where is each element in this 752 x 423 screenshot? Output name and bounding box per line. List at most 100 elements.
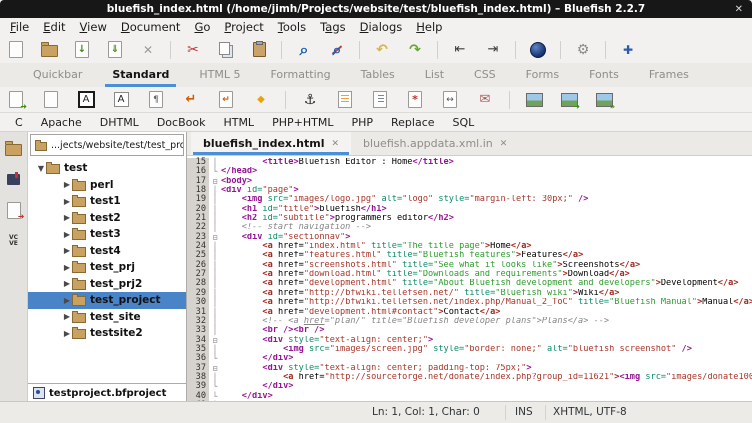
italic-icon[interactable]: A (110, 89, 132, 111)
menu-go[interactable]: Go (187, 19, 217, 35)
anchor-icon[interactable]: ⚓ (299, 89, 321, 111)
document-tab-bluefish_index.html[interactable]: bluefish_index.html✕ (191, 132, 351, 155)
lang-tab-c[interactable]: C (6, 116, 32, 129)
code-line-31[interactable]: 31│ <a href="development.html#contact">C… (187, 308, 752, 317)
copy-icon[interactable] (215, 39, 237, 61)
menu-help[interactable]: Help (409, 19, 449, 35)
menu-file[interactable]: File (3, 19, 36, 35)
tree-item-perl[interactable]: ▶perl (28, 177, 186, 194)
save-as-icon[interactable]: ⇓ (104, 39, 126, 61)
code-line-37[interactable]: 37⊟ <div style="text-align: center; padd… (187, 364, 752, 373)
tree-item-testsite2[interactable]: ▶testsite2 (28, 325, 186, 342)
expander-closed-icon[interactable]: ▶ (62, 230, 72, 239)
document-tab-bluefish.appdata.xml.in[interactable]: bluefish.appdata.xml.in✕ (351, 132, 519, 155)
menu-project[interactable]: Project (217, 19, 270, 35)
tree-item-test3[interactable]: ▶test3 (28, 226, 186, 243)
lang-tab-sql[interactable]: SQL (444, 116, 484, 129)
code-line-32[interactable]: 32│ <!-- <a href="plan/" title="Bluefish… (187, 317, 752, 326)
code-line-35[interactable]: 35│ <img src="images/screen.jpg" style="… (187, 345, 752, 354)
comment-icon[interactable]: * (404, 89, 426, 111)
lang-tab-docbook[interactable]: DocBook (148, 116, 215, 129)
tree-item-test_prj2[interactable]: ▶test_prj2 (28, 276, 186, 293)
window-titlebar[interactable]: bluefish_index.html (/home/jimh/Projects… (0, 0, 752, 18)
code-line-22[interactable]: 22│ <!-- start navigation --> (187, 223, 752, 232)
tree-item-test2[interactable]: ▶test2 (28, 210, 186, 227)
open-file-icon[interactable] (38, 39, 60, 61)
tree-item-test4[interactable]: ▶test4 (28, 243, 186, 260)
expander-closed-icon[interactable]: ▶ (62, 246, 72, 255)
tree-item-test_prj[interactable]: ▶test_prj (28, 259, 186, 276)
code-line-19[interactable]: 19│ <img src="images/logo.jpg" alt="logo… (187, 195, 752, 204)
tab-close-icon[interactable]: ✕ (500, 139, 508, 149)
close-document-icon[interactable]: ✕ (137, 39, 159, 61)
toolbar-tab-css[interactable]: CSS (459, 63, 511, 87)
thumbnail-icon[interactable]: ➜ (558, 89, 580, 111)
toolbar-tab-frames[interactable]: Frames (634, 63, 704, 87)
lang-tab-html[interactable]: HTML (214, 116, 263, 129)
menu-edit[interactable]: Edit (36, 19, 72, 35)
toolbar-tab-fonts[interactable]: Fonts (574, 63, 634, 87)
code-line-40[interactable]: 40└ </div> (187, 392, 752, 401)
code-line-34[interactable]: 34⊟ <div style="text-align: center;"> (187, 336, 752, 345)
window-close-icon[interactable]: ✕ (735, 0, 743, 18)
redo-icon[interactable]: ↷ (404, 39, 426, 61)
unindent-icon[interactable]: ⇤ (449, 39, 471, 61)
toolbar-tab-formatting[interactable]: Formatting (256, 63, 346, 87)
file-browser-icon[interactable] (3, 137, 25, 159)
snippets-icon[interactable]: ➜ (3, 199, 25, 221)
code-line-23[interactable]: 23⊟ <div id="sectionnav"> (187, 233, 752, 242)
code-line-15[interactable]: 15│ <title>Bluefish Editor : Home</title… (187, 158, 752, 167)
email-icon[interactable]: ✉ (474, 89, 496, 111)
character-map-icon[interactable]: VC VE (3, 230, 25, 252)
lang-tab-php-html[interactable]: PHP+HTML (263, 116, 342, 129)
save-icon[interactable]: ↓ (71, 39, 93, 61)
code-line-17[interactable]: 17⊟<body> (187, 177, 752, 186)
expander-closed-icon[interactable]: ▶ (62, 180, 72, 189)
lang-tab-php[interactable]: PHP (342, 116, 382, 129)
bookmarks-icon[interactable] (3, 168, 25, 190)
expander-closed-icon[interactable]: ▶ (62, 197, 72, 206)
non-breaking-space-icon[interactable]: ◆ (250, 89, 272, 111)
code-line-39[interactable]: 39└ </div> (187, 382, 752, 391)
fold-collapse-icon[interactable]: ⊟ (209, 233, 221, 242)
fold-collapse-icon[interactable]: ⊟ (209, 336, 221, 345)
rule-icon[interactable]: ↔ (439, 89, 461, 111)
preview-in-browser-icon[interactable] (527, 39, 549, 61)
menu-dialogs[interactable]: Dialogs (353, 19, 410, 35)
code-line-16[interactable]: 16└</head> (187, 167, 752, 176)
code-line-24[interactable]: 24│ <a href="index.html" title="The titl… (187, 242, 752, 251)
code-line-20[interactable]: 20│ <h1 id="title">bluefish</h1> (187, 205, 752, 214)
tab-close-icon[interactable]: ✕ (332, 139, 340, 149)
expander-closed-icon[interactable]: ▶ (62, 263, 72, 272)
expander-closed-icon[interactable]: ▶ (62, 296, 72, 305)
right-justify-icon[interactable] (369, 89, 391, 111)
toolbar-tab-forms[interactable]: Forms (511, 63, 574, 87)
new-file-icon[interactable] (5, 39, 27, 61)
menu-document[interactable]: Document (114, 19, 188, 35)
directory-dropdown[interactable]: ...jects/website/test/test_project ▼ (30, 134, 184, 156)
break-and-clear-icon[interactable]: ↵ (215, 89, 237, 111)
quickstart-icon[interactable]: ➜ (5, 89, 27, 111)
lang-tab-apache[interactable]: Apache (32, 116, 91, 129)
bold-icon[interactable]: A (75, 89, 97, 111)
break-icon[interactable]: ↵ (180, 89, 202, 111)
fullscreen-icon[interactable]: ✚ (617, 39, 639, 61)
project-file-item[interactable]: testproject.bfproject (28, 383, 186, 402)
lang-tab-replace[interactable]: Replace (382, 116, 444, 129)
code-line-27[interactable]: 27│ <a href="download.html" title="Downl… (187, 270, 752, 279)
tree-item-test1[interactable]: ▶test1 (28, 193, 186, 210)
toolbar-tab-tables[interactable]: Tables (346, 63, 410, 87)
toolbar-tab-quickbar[interactable]: Quickbar (18, 63, 97, 87)
toolbar-tab-list[interactable]: List (410, 63, 459, 87)
toolbar-tab-html-5[interactable]: HTML 5 (184, 63, 255, 87)
multi-thumbnail-icon[interactable]: » (593, 89, 615, 111)
code-line-25[interactable]: 25│ <a href="features.html" title="Bluef… (187, 251, 752, 260)
paragraph-icon[interactable]: ¶ (145, 89, 167, 111)
code-line-26[interactable]: 26│ <a href="screenshots.html" title="Se… (187, 261, 752, 270)
code-line-36[interactable]: 36└ </div> (187, 354, 752, 363)
tree-item-test_site[interactable]: ▶test_site (28, 309, 186, 326)
lang-tab-dhtml[interactable]: DHTML (91, 116, 148, 129)
image-icon[interactable] (523, 89, 545, 111)
find-icon[interactable]: ⌕ (293, 39, 315, 61)
code-line-29[interactable]: 29│ <a href="http://bfwiki.tellefsen.net… (187, 289, 752, 298)
